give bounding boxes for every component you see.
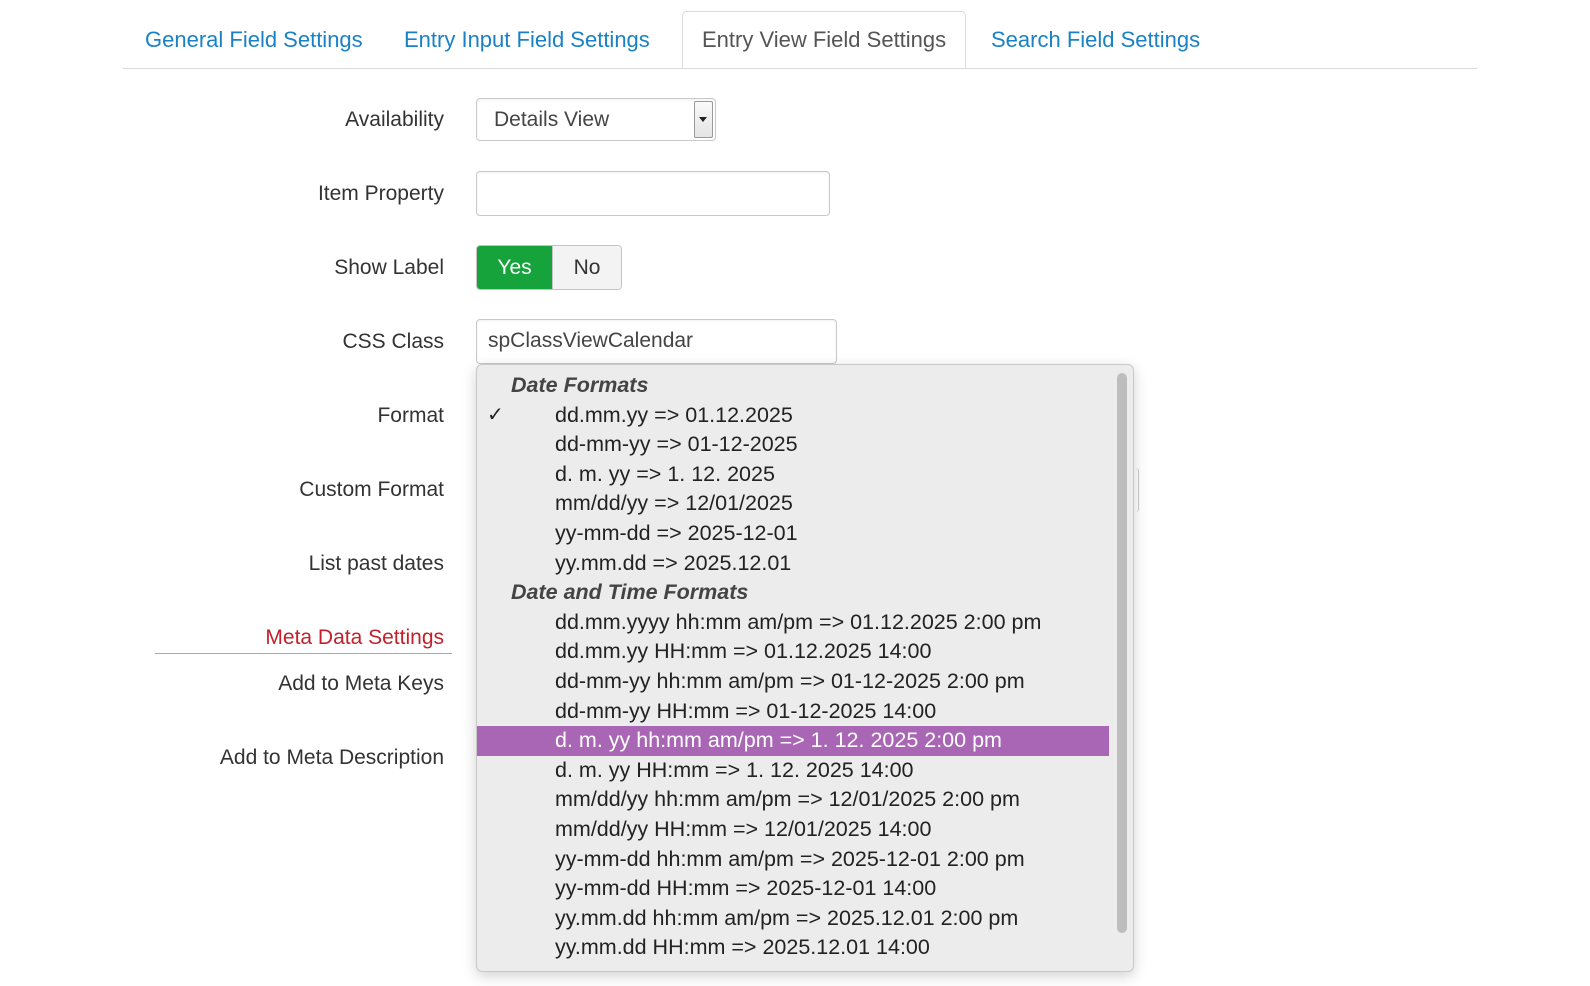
css-class-input[interactable]: spClassViewCalendar xyxy=(476,319,837,364)
show-label-no-button[interactable]: No xyxy=(552,246,621,289)
format-option[interactable]: mm/dd/yy hh:mm am/pm => 12/01/2025 2:00 … xyxy=(477,785,1109,815)
settings-tabs: General Field Settings Entry Input Field… xyxy=(123,11,1477,69)
group-date-formats: Date Formats xyxy=(511,373,649,397)
show-label-toggle: Yes No xyxy=(476,245,622,290)
tab-entry-input-field-settings[interactable]: Entry Input Field Settings xyxy=(404,12,650,68)
format-option[interactable]: d. m. yy => 1. 12. 2025 xyxy=(477,460,1109,490)
format-option[interactable]: yy.mm.dd HH:mm => 2025.12.01 14:00 xyxy=(477,933,1109,963)
format-option[interactable]: d. m. yy HH:mm => 1. 12. 2025 14:00 xyxy=(477,756,1109,786)
availability-select-value: Details View xyxy=(494,108,610,131)
checkmark-icon: ✓ xyxy=(487,403,504,426)
format-option[interactable]: dd.mm.yy HH:mm => 01.12.2025 14:00 xyxy=(477,637,1109,667)
format-option[interactable]: yy.mm.dd => 2025.12.01 xyxy=(477,549,1109,579)
tab-general-field-settings[interactable]: General Field Settings xyxy=(145,12,363,68)
meta-description-label: Add to Meta Description xyxy=(219,746,444,769)
meta-keys-label: Add to Meta Keys xyxy=(278,672,444,695)
meta-section-divider xyxy=(155,653,452,654)
list-past-dates-label: List past dates xyxy=(308,552,444,575)
format-option-highlighted[interactable]: d. m. yy hh:mm am/pm => 1. 12. 2025 2:00… xyxy=(477,726,1109,756)
format-option[interactable]: ✓ dd.mm.yy => 01.12.2025 xyxy=(477,401,1109,431)
format-option[interactable]: dd-mm-yy hh:mm am/pm => 01-12-2025 2:00 … xyxy=(477,667,1109,697)
format-label: Format xyxy=(377,404,444,427)
availability-label: Availability xyxy=(345,108,444,131)
custom-format-input-edge xyxy=(1136,468,1139,512)
format-option[interactable]: dd.mm.yyyy hh:mm am/pm => 01.12.2025 2:0… xyxy=(477,608,1109,638)
show-label-label: Show Label xyxy=(334,256,444,279)
format-option[interactable]: mm/dd/yy HH:mm => 12/01/2025 14:00 xyxy=(477,815,1109,845)
format-option[interactable]: yy.mm.dd hh:mm am/pm => 2025.12.01 2:00 … xyxy=(477,904,1109,934)
format-options-list: Date Formats ✓ dd.mm.yy => 01.12.2025 dd… xyxy=(477,371,1109,963)
format-option-label: dd.mm.yy => 01.12.2025 xyxy=(555,402,793,427)
css-class-value: spClassViewCalendar xyxy=(488,329,694,352)
tab-search-field-settings[interactable]: Search Field Settings xyxy=(991,12,1200,68)
format-option[interactable]: mm/dd/yy => 12/01/2025 xyxy=(477,489,1109,519)
chevron-down-icon[interactable] xyxy=(694,101,713,138)
tab-entry-view-field-settings[interactable]: Entry View Field Settings xyxy=(682,11,967,68)
format-option[interactable]: dd-mm-yy HH:mm => 01-12-2025 14:00 xyxy=(477,697,1109,727)
availability-select[interactable]: Details View xyxy=(476,98,716,141)
format-option[interactable]: dd-mm-yy => 01-12-2025 xyxy=(477,430,1109,460)
dropdown-scrollbar[interactable] xyxy=(1115,373,1128,961)
scrollbar-thumb[interactable] xyxy=(1117,373,1127,933)
custom-format-label: Custom Format xyxy=(299,478,444,501)
format-option[interactable]: yy-mm-dd hh:mm am/pm => 2025-12-01 2:00 … xyxy=(477,845,1109,875)
group-date-time-formats: Date and Time Formats xyxy=(511,580,749,605)
format-dropdown-menu[interactable]: Date Formats ✓ dd.mm.yy => 01.12.2025 dd… xyxy=(476,364,1134,972)
item-property-label: Item Property xyxy=(317,182,444,205)
format-option[interactable]: yy-mm-dd HH:mm => 2025-12-01 14:00 xyxy=(477,874,1109,904)
show-label-yes-button[interactable]: Yes xyxy=(477,246,552,289)
item-property-input[interactable] xyxy=(476,171,830,216)
format-option[interactable]: yy-mm-dd => 2025-12-01 xyxy=(477,519,1109,549)
meta-data-settings-heading: Meta Data Settings xyxy=(265,626,444,649)
css-class-label: CSS Class xyxy=(342,330,444,353)
